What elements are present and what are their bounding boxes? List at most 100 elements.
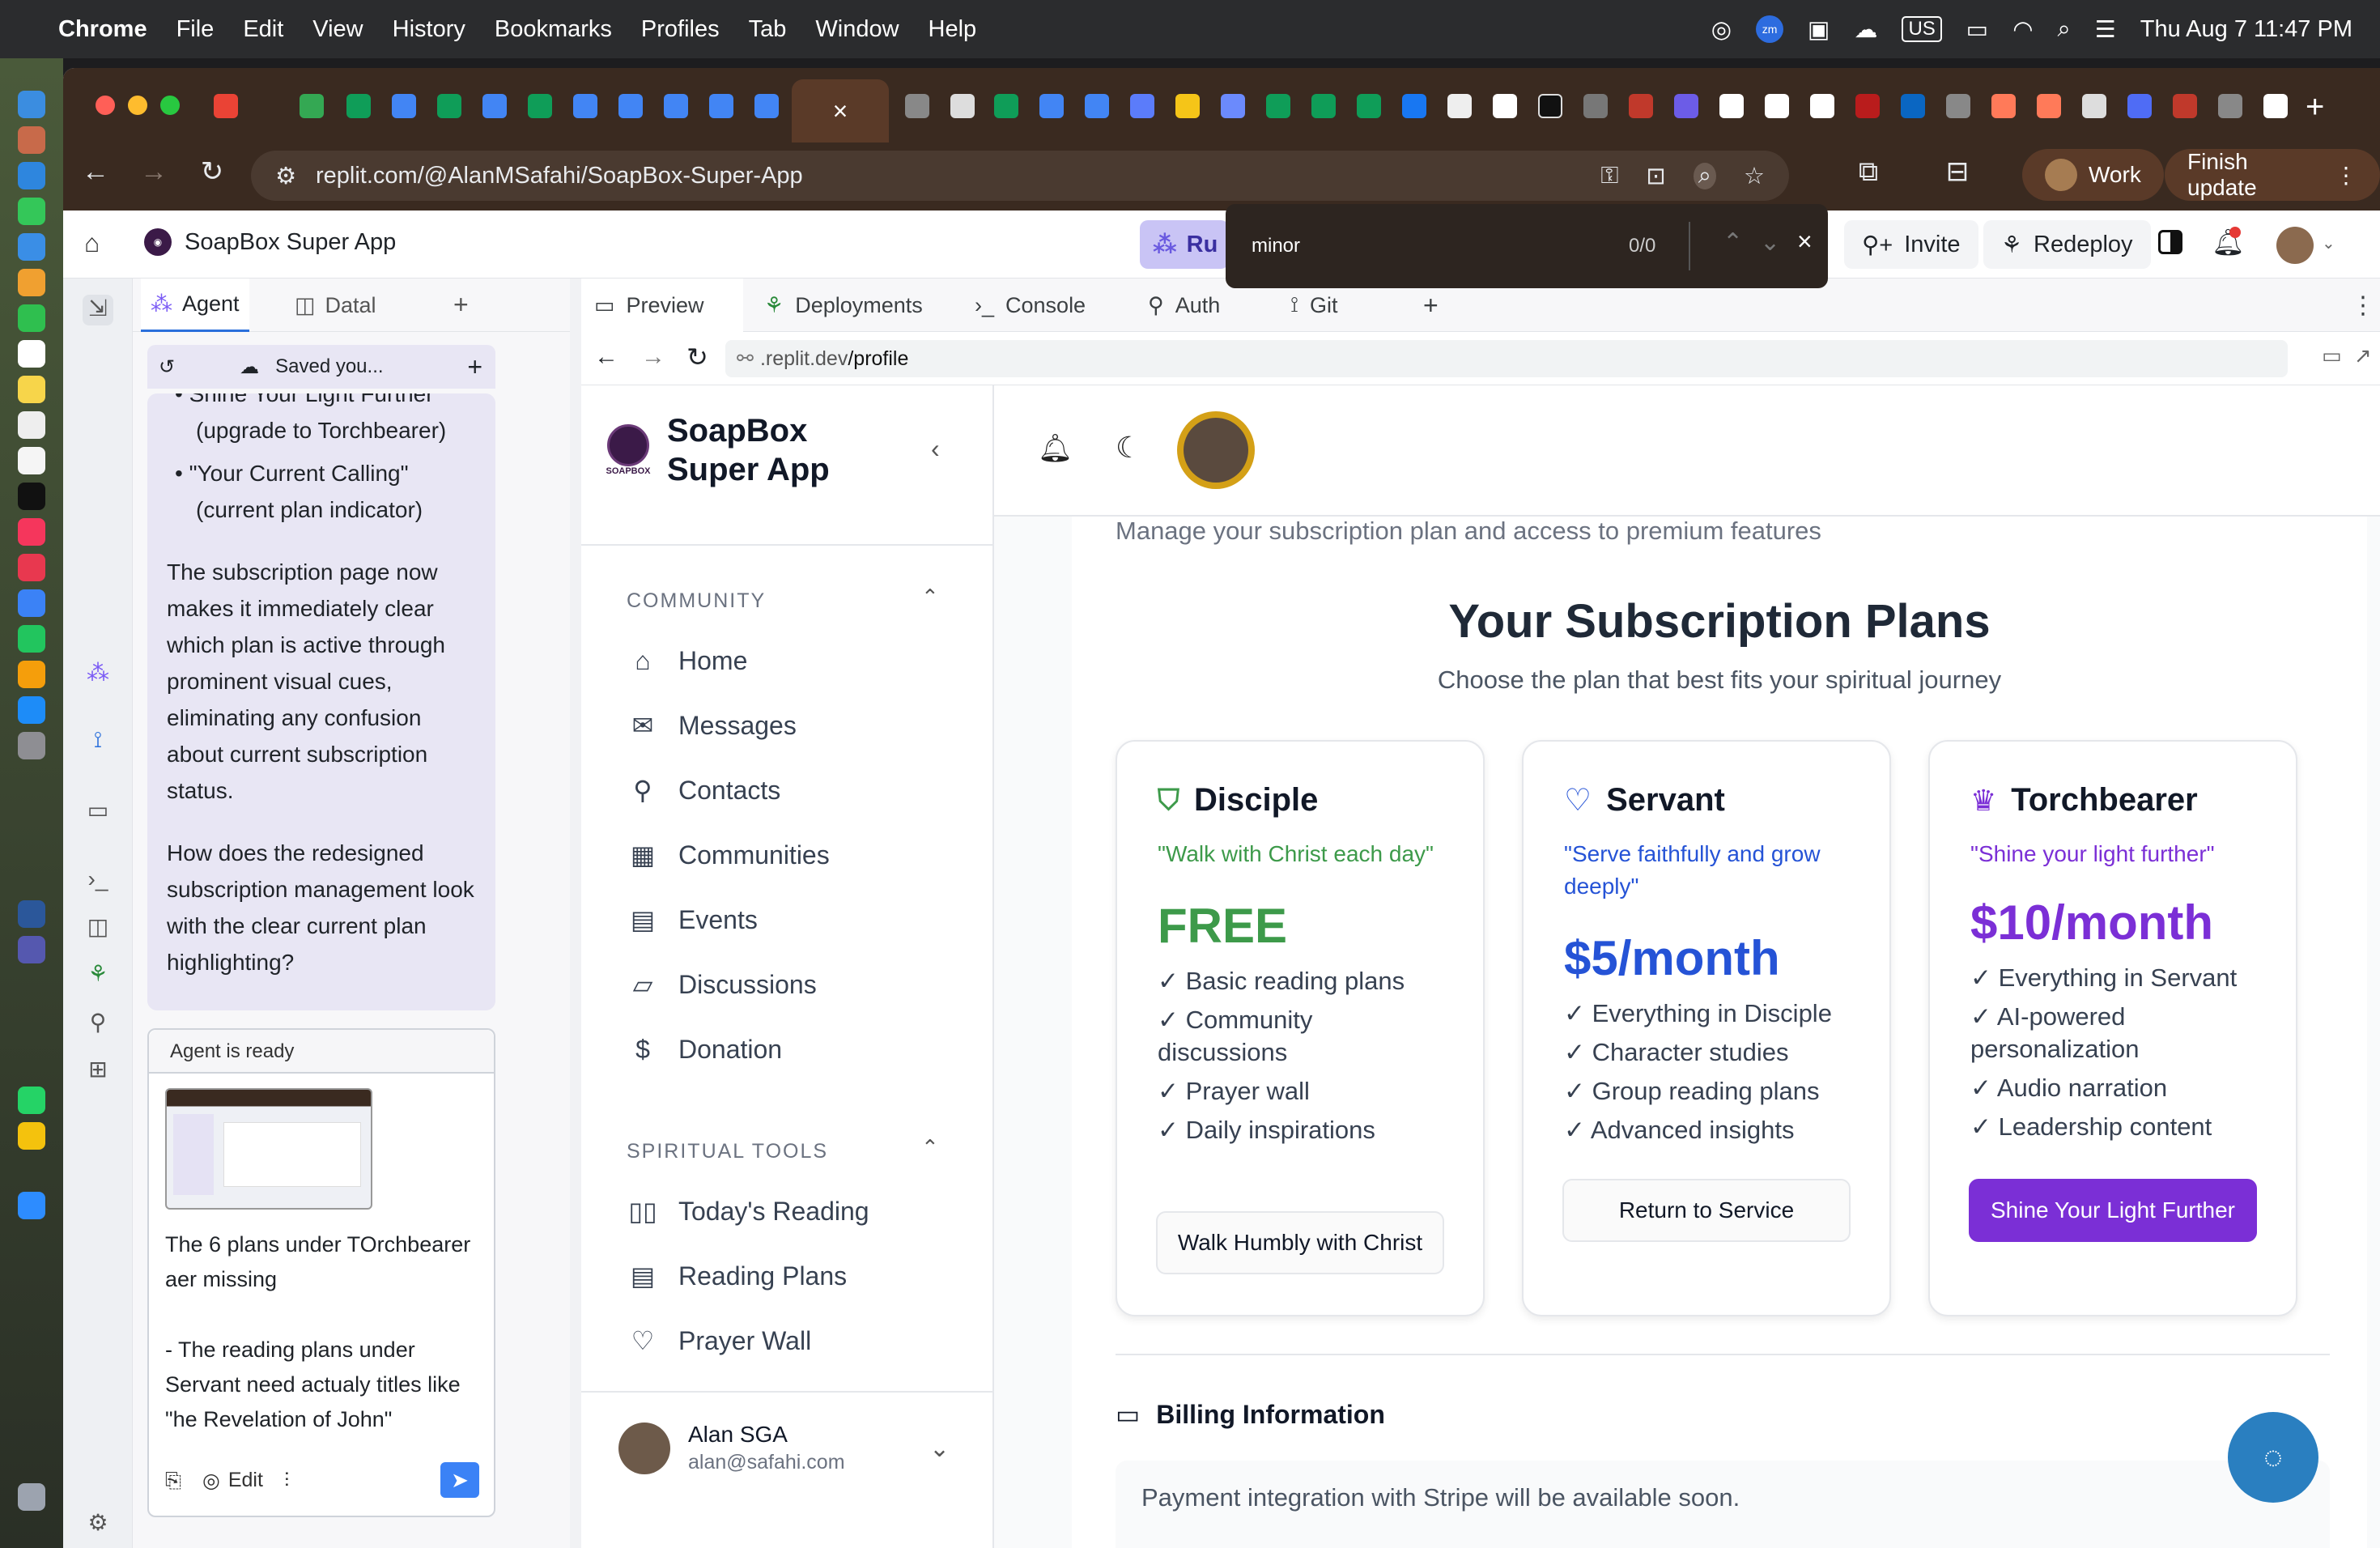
auth-icon[interactable]: ⚲ — [83, 1009, 113, 1040]
launchpad-icon[interactable] — [18, 126, 45, 154]
profile-button[interactable]: Work — [2022, 149, 2164, 201]
find-next-icon[interactable]: ⌄ — [1760, 228, 1780, 257]
nav-prayer-wall[interactable]: ♡ Prayer Wall — [627, 1325, 812, 1357]
web-tab-icon[interactable] — [1130, 94, 1154, 118]
keynote-icon[interactable] — [18, 589, 45, 617]
google-tab-icon[interactable] — [1810, 94, 1834, 118]
menubar-clock[interactable]: Thu Aug 7 11:47 PM — [2140, 16, 2352, 43]
dark-mode-moon-icon[interactable]: ☾ — [1116, 431, 1141, 465]
docs-tab-icon[interactable] — [664, 94, 688, 118]
google-tab-icon[interactable] — [1765, 94, 1789, 118]
zoom-window-button[interactable] — [160, 96, 180, 115]
preview-icon[interactable]: ▭ — [83, 797, 113, 827]
gemini-tab-icon[interactable] — [1221, 94, 1245, 118]
web-tab-icon[interactable] — [2127, 94, 2152, 118]
zoom-status-icon[interactable]: zm — [1756, 15, 1784, 43]
address-bar[interactable]: ⚙ replit.com/@AlanMSafahi/SoapBox-Super-… — [251, 151, 1789, 201]
preview-url-input[interactable]: ⚯ .replit.dev /profile — [725, 340, 2288, 377]
docs-tab-icon[interactable] — [754, 94, 779, 118]
tab-preview[interactable]: ▭ Preview — [581, 279, 743, 332]
layout-toggle-icon[interactable] — [2158, 230, 2182, 254]
docs-tab-icon[interactable] — [709, 94, 733, 118]
openai-tab-icon[interactable] — [2082, 94, 2106, 118]
nav-events[interactable]: ▤ Events — [627, 904, 758, 936]
news-icon[interactable] — [18, 554, 45, 581]
reload-icon[interactable]: ↻ — [196, 155, 228, 188]
web-tab-icon[interactable] — [905, 94, 929, 118]
install-app-icon[interactable]: ⊡ — [1646, 162, 1665, 190]
tab-database[interactable]: ◫ Datal — [295, 279, 376, 332]
finish-update-button[interactable]: Finish update ⋮ — [2165, 149, 2380, 201]
web-tab-icon[interactable] — [1855, 94, 1880, 118]
tab-deployments[interactable]: ⚘ Deployments — [751, 279, 936, 332]
active-tab[interactable]: × — [792, 79, 889, 142]
trash-icon[interactable] — [18, 1483, 45, 1511]
nav-reading-plans[interactable]: ▤ Reading Plans — [627, 1260, 847, 1292]
collapse-sidebar-icon[interactable]: ‹ — [931, 434, 940, 464]
menu-edit[interactable]: Edit — [243, 16, 283, 43]
menu-view[interactable]: View — [312, 16, 363, 43]
sheets-tab-icon[interactable] — [528, 94, 552, 118]
battery-icon[interactable]: ▭ — [1966, 15, 1988, 44]
drive-tab-icon[interactable] — [300, 94, 324, 118]
preview-forward-icon[interactable]: → — [641, 343, 665, 371]
chrome-icon[interactable] — [18, 1122, 45, 1150]
web-tab-icon[interactable] — [2218, 94, 2242, 118]
spotlight-search-icon[interactable]: ⌕ — [2058, 16, 2071, 43]
safari-icon[interactable] — [18, 162, 45, 189]
gmail-tab-icon[interactable] — [214, 94, 238, 118]
sheets-tab-icon[interactable] — [346, 94, 371, 118]
app-brand[interactable]: SOAPBOX SoapBox Super App — [606, 411, 830, 489]
sheets-tab-icon[interactable] — [1311, 94, 1336, 118]
facebook-tab-icon[interactable] — [1402, 94, 1426, 118]
history-icon[interactable]: ↺ — [159, 355, 175, 379]
new-tab-button[interactable]: + — [2306, 89, 2324, 125]
linkedin-tab-icon[interactable] — [1901, 94, 1925, 118]
bookmark-star-icon[interactable]: ☆ — [1744, 162, 1765, 190]
add-tab-button[interactable]: + — [453, 290, 469, 320]
teams-icon[interactable] — [18, 936, 45, 963]
web-tab-icon[interactable] — [1629, 94, 1653, 118]
sidebar-user-menu[interactable]: Alan SGA alan@safahi.com — [618, 1422, 845, 1474]
menu-help[interactable]: Help — [929, 16, 977, 43]
notes-icon[interactable] — [18, 376, 45, 403]
find-close-icon[interactable]: × — [1797, 227, 1813, 257]
control-center-icon[interactable]: ☰ — [2095, 15, 2116, 44]
nav-discussions[interactable]: ▱ Discussions — [627, 968, 817, 1001]
extensions-icon[interactable]: ⧉ — [1852, 155, 1885, 188]
openai-tab-icon[interactable] — [950, 94, 975, 118]
user-avatar[interactable] — [2276, 227, 2314, 264]
docs-tab-icon[interactable] — [482, 94, 507, 118]
console-icon[interactable]: ›_ — [83, 866, 113, 897]
photos-icon[interactable] — [18, 269, 45, 296]
google-tab-icon[interactable] — [2263, 94, 2288, 118]
menu-history[interactable]: History — [393, 16, 465, 43]
more-options-icon[interactable]: ⋮ — [2338, 279, 2380, 332]
find-input[interactable]: minor — [1252, 235, 1300, 257]
numbers-icon[interactable] — [18, 625, 45, 653]
send-button[interactable]: ➤ — [440, 1462, 479, 1498]
attach-icon[interactable]: ⎘ — [165, 1469, 181, 1493]
finder-icon[interactable] — [18, 91, 45, 118]
menu-tab[interactable]: Tab — [749, 16, 787, 43]
invite-button[interactable]: ⚲+ Invite — [1844, 220, 1978, 269]
docs-tab-icon[interactable] — [618, 94, 643, 118]
menu-profiles[interactable]: Profiles — [641, 16, 720, 43]
preview-back-icon[interactable]: ← — [594, 343, 618, 371]
nav-messages[interactable]: ✉ Messages — [627, 709, 797, 742]
tab-auth[interactable]: ⚲ Auth — [1135, 279, 1233, 332]
attached-screenshot-thumbnail[interactable] — [165, 1088, 372, 1210]
notifications-bell-icon[interactable]: 🔔︎ — [1038, 432, 1073, 465]
forward-icon[interactable]: → — [138, 155, 170, 188]
settings-icon[interactable] — [18, 732, 45, 759]
sheets-tab-icon[interactable] — [437, 94, 461, 118]
hubspot-tab-icon[interactable] — [2037, 94, 2061, 118]
menu-bookmarks[interactable]: Bookmarks — [495, 16, 612, 43]
files-panel-icon[interactable]: ⇲ — [83, 295, 113, 325]
address-bar-url[interactable]: replit.com/@AlanMSafahi/SoapBox-Super-Ap… — [316, 163, 803, 189]
nav-contacts[interactable]: ⚲ Contacts — [627, 774, 780, 806]
plan-button-disciple[interactable]: Walk Humbly with Christ — [1156, 1211, 1444, 1274]
nav-home[interactable]: ⌂ Home — [627, 644, 747, 677]
hubspot-tab-icon[interactable] — [1991, 94, 2016, 118]
menu-window[interactable]: Window — [815, 16, 899, 43]
